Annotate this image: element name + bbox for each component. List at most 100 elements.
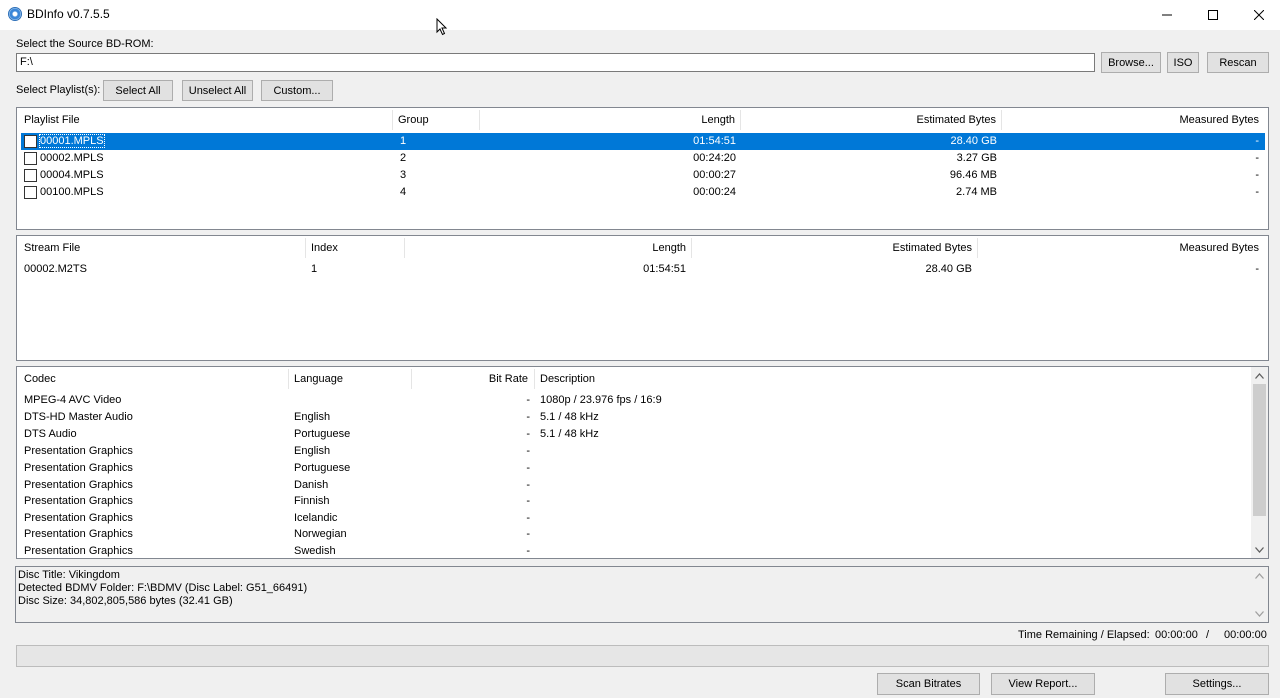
codec-bit-rate: - (526, 428, 530, 440)
maximize-icon (1208, 10, 1218, 20)
codec-name: Presentation Graphics (24, 462, 133, 474)
codec-list[interactable]: Codec Language Bit Rate Description MPEG… (16, 366, 1269, 559)
playlist-group: 1 (400, 135, 407, 147)
time-separator: / (1206, 629, 1210, 641)
stream-length: 01:54:51 (643, 263, 686, 275)
codec-name: Presentation Graphics (24, 479, 133, 491)
column-header-group[interactable]: Group (398, 114, 429, 126)
playlist-checkbox[interactable] (24, 152, 37, 165)
column-header-codec[interactable]: Codec (24, 373, 56, 385)
column-header-measured-bytes[interactable]: Measured Bytes (1001, 114, 1259, 126)
minimize-icon (1162, 14, 1172, 16)
disc-info-textarea[interactable]: Disc Title: Vikingdom Detected BDMV Fold… (15, 566, 1269, 623)
scroll-down-icon[interactable] (1251, 607, 1268, 621)
scroll-up-icon[interactable] (1251, 367, 1268, 384)
view-report-button[interactable]: View Report... (991, 673, 1095, 695)
time-label: Time Remaining / Elapsed: (1018, 629, 1150, 641)
codec-bit-rate: - (526, 462, 530, 474)
codec-name: Presentation Graphics (24, 512, 133, 524)
codec-row[interactable]: DTS Audio Portuguese - 5.1 / 48 kHz (21, 426, 1249, 443)
playlist-checkbox[interactable] (24, 186, 37, 199)
column-header-length[interactable]: Length (479, 114, 735, 126)
codec-bit-rate: - (526, 394, 530, 406)
codec-name: DTS-HD Master Audio (24, 411, 133, 423)
playlist-checkbox[interactable] (24, 169, 37, 182)
time-elapsed: 00:00:00 (1224, 629, 1267, 641)
window-title: BDInfo v0.7.5.5 (27, 7, 110, 21)
codec-row[interactable]: DTS-HD Master Audio English - 5.1 / 48 k… (21, 409, 1249, 426)
column-header-description[interactable]: Description (540, 373, 595, 385)
bdmv-folder-line: Detected BDMV Folder: F:\BDMV (Disc Labe… (18, 582, 308, 594)
column-header-index[interactable]: Index (311, 242, 338, 254)
stream-estimated-bytes: 28.40 GB (925, 263, 972, 275)
playlist-group: 3 (400, 169, 407, 181)
codec-scrollbar[interactable] (1251, 367, 1268, 558)
stream-measured-bytes: - (1255, 263, 1259, 275)
maximize-button[interactable] (1190, 0, 1236, 30)
column-header-estimated-bytes[interactable]: Estimated Bytes (691, 242, 972, 254)
codec-language: Portuguese (294, 462, 351, 474)
codec-row[interactable]: Presentation Graphics Finnish - (21, 493, 1249, 510)
playlist-group: 4 (400, 186, 407, 198)
time-remaining: 00:00:00 (1155, 629, 1198, 641)
playlist-file: 00100.MPLS (40, 186, 104, 198)
browse-button[interactable]: Browse... (1101, 52, 1161, 73)
playlist-row[interactable]: 00001.MPLS 1 01:54:51 28.40 GB - (21, 133, 1265, 150)
column-header-bit-rate[interactable]: Bit Rate (411, 373, 528, 385)
playlist-file: 00001.MPLS (39, 134, 105, 148)
playlist-estimated-bytes: 3.27 GB (956, 152, 997, 164)
unselect-all-button[interactable]: Unselect All (182, 80, 253, 101)
codec-bit-rate: - (526, 545, 530, 557)
codec-row[interactable]: Presentation Graphics Swedish - (21, 543, 1249, 558)
codec-row[interactable]: MPEG-4 AVC Video - 1080p / 23.976 fps / … (21, 392, 1249, 409)
playlist-length: 00:00:27 (693, 169, 736, 181)
codec-language: Finnish (294, 495, 330, 507)
stream-row[interactable]: 00002.M2TS 1 01:54:51 28.40 GB - (21, 261, 1265, 278)
playlist-measured-bytes: - (1255, 135, 1259, 147)
column-header-language[interactable]: Language (294, 373, 343, 385)
source-label: Select the Source BD-ROM: (16, 38, 154, 50)
codec-bit-rate: - (526, 528, 530, 540)
playlist-row[interactable]: 00100.MPLS 4 00:00:24 2.74 MB - (21, 184, 1265, 201)
scan-progress-bar (16, 645, 1269, 667)
codec-language: Portuguese (294, 428, 351, 440)
stream-index: 1 (311, 263, 318, 275)
scan-bitrates-button[interactable]: Scan Bitrates (877, 673, 980, 695)
settings-button[interactable]: Settings... (1165, 673, 1269, 695)
codec-description: 5.1 / 48 kHz (540, 411, 599, 423)
codec-bit-rate: - (526, 445, 530, 457)
column-header-playlist-file[interactable]: Playlist File (24, 114, 80, 126)
scroll-up-icon[interactable] (1251, 569, 1268, 583)
codec-row[interactable]: Presentation Graphics Portuguese - (21, 460, 1249, 477)
codec-row[interactable]: Presentation Graphics Danish - (21, 477, 1249, 494)
column-header-stream-file[interactable]: Stream File (24, 242, 80, 254)
playlist-row[interactable]: 00002.MPLS 2 00:24:20 3.27 GB - (21, 150, 1265, 167)
column-header-length[interactable]: Length (404, 242, 686, 254)
playlist-list[interactable]: Playlist File Group Length Estimated Byt… (16, 107, 1269, 230)
codec-language: Icelandic (294, 512, 338, 524)
stream-file: 00002.M2TS (24, 263, 87, 275)
column-header-estimated-bytes[interactable]: Estimated Bytes (740, 114, 996, 126)
app-disc-icon (8, 7, 22, 21)
close-button[interactable] (1236, 0, 1280, 30)
playlist-checkbox[interactable] (24, 135, 37, 148)
iso-button[interactable]: ISO (1167, 52, 1199, 73)
codec-row[interactable]: Presentation Graphics English - (21, 443, 1249, 460)
custom-button[interactable]: Custom... (261, 80, 333, 101)
codec-row[interactable]: Presentation Graphics Icelandic - (21, 510, 1249, 527)
playlist-select-label: Select Playlist(s): (16, 84, 101, 96)
stream-file-list[interactable]: Stream File Index Length Estimated Bytes… (16, 235, 1269, 361)
scroll-down-icon[interactable] (1251, 541, 1268, 558)
codec-row[interactable]: Presentation Graphics Norwegian - (21, 526, 1249, 543)
select-all-button[interactable]: Select All (103, 80, 173, 101)
minimize-button[interactable] (1144, 0, 1190, 30)
mouse-cursor-icon (436, 18, 448, 36)
rescan-button[interactable]: Rescan (1207, 52, 1269, 73)
playlist-estimated-bytes: 28.40 GB (950, 135, 997, 147)
scroll-thumb[interactable] (1253, 384, 1266, 516)
codec-bit-rate: - (526, 479, 530, 491)
codec-language: Swedish (294, 545, 336, 557)
column-header-measured-bytes[interactable]: Measured Bytes (977, 242, 1259, 254)
playlist-row[interactable]: 00004.MPLS 3 00:00:27 96.46 MB - (21, 167, 1265, 184)
source-path-input[interactable]: F:\ (16, 53, 1095, 72)
